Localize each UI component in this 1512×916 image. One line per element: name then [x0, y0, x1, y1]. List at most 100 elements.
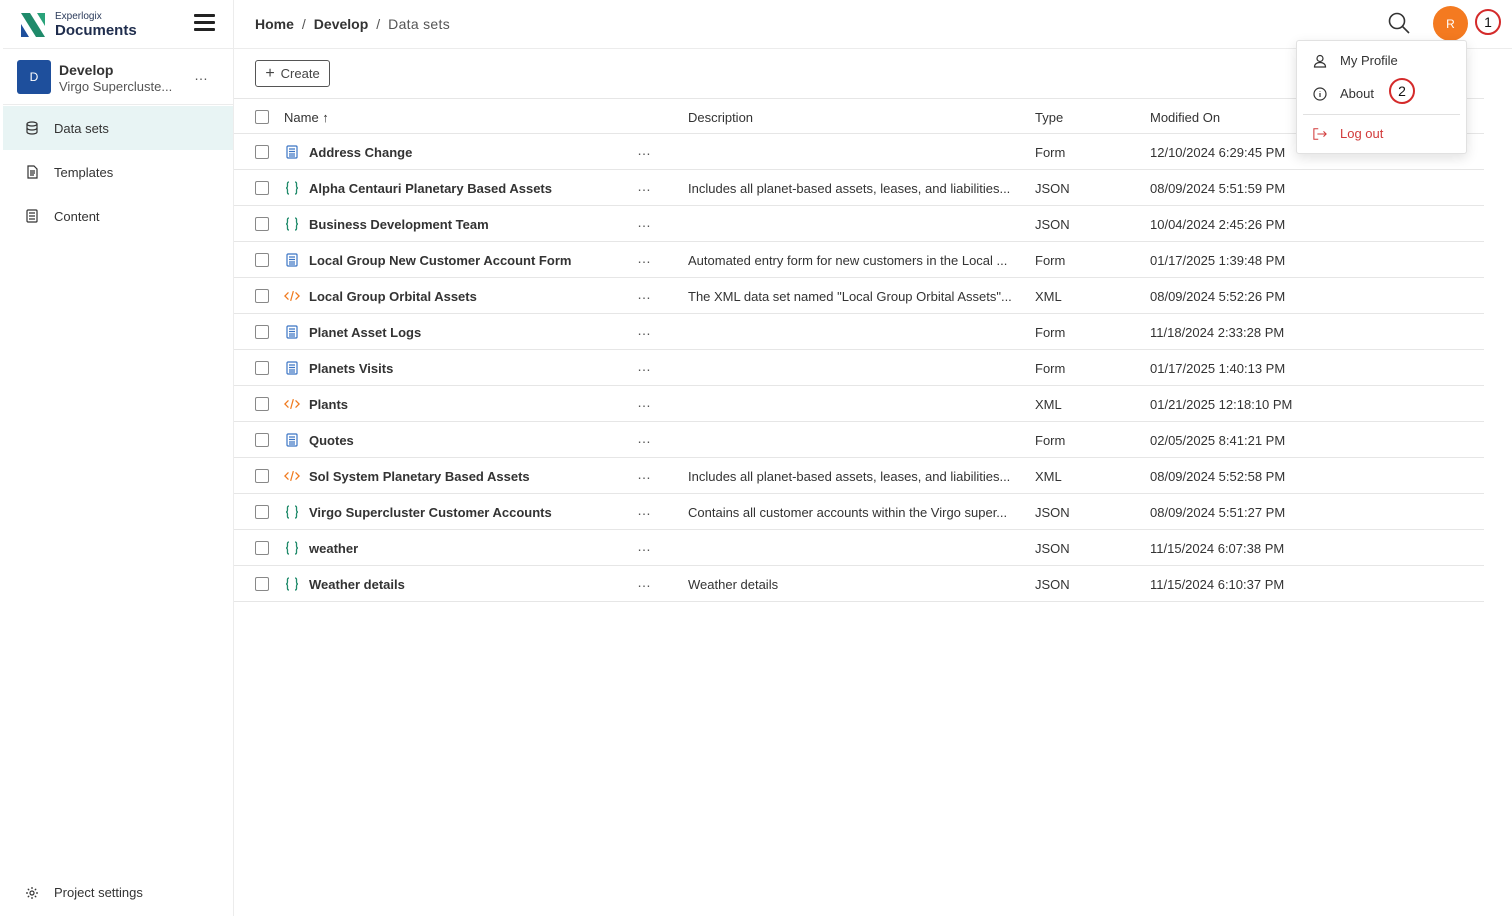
row-checkbox[interactable]: [255, 289, 269, 303]
sidebar-item-templates[interactable]: Templates: [3, 150, 233, 194]
form-icon: [284, 252, 300, 268]
row-more-button[interactable]: …: [637, 394, 652, 410]
row-name[interactable]: Planet Asset Logs: [309, 325, 421, 340]
row-type: JSON: [1035, 577, 1070, 592]
project-switcher[interactable]: D Develop Virgo Supercluste... …: [3, 48, 233, 105]
content-icon: [25, 209, 39, 223]
search-icon[interactable]: [1387, 11, 1411, 35]
row-more-button[interactable]: …: [637, 466, 652, 482]
row-checkbox[interactable]: [255, 433, 269, 447]
row-name[interactable]: Plants: [309, 397, 348, 412]
breadcrumb-develop[interactable]: Develop: [314, 16, 368, 32]
table-row[interactable]: Sol System Planetary Based Assets … Includ…: [234, 458, 1484, 494]
row-more-button[interactable]: …: [637, 574, 652, 590]
menu-item-about[interactable]: About: [1313, 86, 1374, 101]
row-checkbox[interactable]: [255, 505, 269, 519]
row-more-button[interactable]: …: [637, 178, 652, 194]
breadcrumb-home[interactable]: Home: [255, 16, 294, 32]
row-checkbox[interactable]: [255, 577, 269, 591]
row-name-cell: Address Change: [284, 144, 412, 160]
row-name[interactable]: Local Group New Customer Account Form: [309, 253, 571, 268]
row-more-button[interactable]: …: [637, 214, 652, 230]
column-header-modified[interactable]: Modified On: [1150, 110, 1220, 125]
select-all-checkbox[interactable]: [255, 110, 269, 124]
table-body: Address Change … Form 12/10/2024 6:29:45 PM…: [234, 134, 1484, 602]
table-row[interactable]: weather … JSON 11/15/2024 6:07:38 PM: [234, 530, 1484, 566]
row-modified: 11/15/2024 6:10:37 PM: [1150, 577, 1285, 592]
row-type: XML: [1035, 289, 1062, 304]
row-checkbox[interactable]: [255, 397, 269, 411]
row-name[interactable]: Sol System Planetary Based Assets: [309, 469, 530, 484]
row-more-button[interactable]: …: [637, 286, 652, 302]
row-type: XML: [1035, 397, 1062, 412]
user-avatar-button[interactable]: R: [1433, 6, 1468, 41]
create-button[interactable]: + Create: [255, 60, 330, 87]
menu-item-my-profile[interactable]: My Profile: [1313, 53, 1398, 68]
row-more-button[interactable]: …: [637, 358, 652, 374]
row-name-cell: Sol System Planetary Based Assets: [284, 468, 530, 484]
row-more-button[interactable]: …: [637, 502, 652, 518]
column-header-name[interactable]: Name ↑: [284, 110, 329, 125]
row-checkbox[interactable]: [255, 253, 269, 267]
row-type: XML: [1035, 469, 1062, 484]
sidebar-item-label: Content: [54, 208, 100, 224]
row-more-button[interactable]: …: [637, 250, 652, 266]
table-row[interactable]: Plants … XML 01/21/2025 12:18:10 PM: [234, 386, 1484, 422]
table-row[interactable]: Planets Visits … Form 01/17/2025 1:40:13 PM: [234, 350, 1484, 386]
row-name[interactable]: Address Change: [309, 145, 412, 160]
row-modified: 02/05/2025 8:41:21 PM: [1150, 433, 1286, 448]
row-checkbox[interactable]: [255, 325, 269, 339]
json-icon: [284, 504, 300, 520]
row-modified: 12/10/2024 6:29:45 PM: [1150, 145, 1286, 160]
database-icon: [25, 121, 39, 135]
row-name[interactable]: Quotes: [309, 433, 354, 448]
row-more-button[interactable]: …: [637, 142, 652, 158]
row-checkbox[interactable]: [255, 217, 269, 231]
row-name[interactable]: Weather details: [309, 577, 405, 592]
table-row[interactable]: Virgo Supercluster Customer Accounts … Con…: [234, 494, 1484, 530]
row-type: JSON: [1035, 181, 1070, 196]
row-name[interactable]: Planets Visits: [309, 361, 393, 376]
info-icon: [1313, 86, 1327, 101]
row-checkbox[interactable]: [255, 469, 269, 483]
row-checkbox[interactable]: [255, 361, 269, 375]
table-row[interactable]: Alpha Centauri Planetary Based Assets … In…: [234, 170, 1484, 206]
row-checkbox[interactable]: [255, 181, 269, 195]
json-icon: [284, 216, 300, 232]
row-more-button[interactable]: …: [637, 538, 652, 554]
row-checkbox[interactable]: [255, 145, 269, 159]
sidebar-item-content[interactable]: Content: [3, 194, 233, 238]
row-modified: 01/21/2025 12:18:10 PM: [1150, 397, 1293, 412]
menu-item-log-out[interactable]: Log out: [1313, 126, 1383, 141]
brand-logo[interactable]: Experlogix Documents: [21, 10, 137, 40]
row-type: Form: [1035, 145, 1066, 160]
project-settings-link[interactable]: Project settings: [25, 885, 143, 900]
row-more-button[interactable]: …: [637, 322, 652, 338]
project-more-button[interactable]: …: [194, 67, 209, 83]
row-name[interactable]: Local Group Orbital Assets: [309, 289, 477, 304]
row-name[interactable]: Business Development Team: [309, 217, 489, 232]
row-type: JSON: [1035, 505, 1070, 520]
table-row[interactable]: Weather details … Weather details JSON 11/15…: [234, 566, 1484, 602]
row-name[interactable]: weather: [309, 541, 358, 556]
row-name[interactable]: Virgo Supercluster Customer Accounts: [309, 505, 552, 520]
row-checkbox[interactable]: [255, 541, 269, 555]
sidebar-item-data-sets[interactable]: Data sets: [3, 106, 233, 150]
table-row[interactable]: Planet Asset Logs … Form 11/18/2024 2:33:28…: [234, 314, 1484, 350]
table-row[interactable]: Local Group New Customer Account Form … Au…: [234, 242, 1484, 278]
project-name: Develop: [59, 62, 114, 78]
row-modified: 08/09/2024 5:52:26 PM: [1150, 289, 1286, 304]
column-header-description[interactable]: Description: [688, 110, 753, 125]
row-modified: 10/04/2024 2:45:26 PM: [1150, 217, 1286, 232]
table-row[interactable]: Local Group Orbital Assets … The XML data …: [234, 278, 1484, 314]
menu-toggle-icon[interactable]: [194, 14, 215, 31]
row-more-button[interactable]: …: [637, 430, 652, 446]
json-icon: [284, 576, 300, 592]
document-icon: [25, 165, 39, 179]
table-row[interactable]: Quotes … Form 02/05/2025 8:41:21 PM: [234, 422, 1484, 458]
column-header-type[interactable]: Type: [1035, 110, 1063, 125]
table-row[interactable]: Business Development Team … JSON 10/04/2024…: [234, 206, 1484, 242]
row-name[interactable]: Alpha Centauri Planetary Based Assets: [309, 181, 552, 196]
form-icon: [284, 324, 300, 340]
row-name-cell: Quotes: [284, 432, 354, 448]
